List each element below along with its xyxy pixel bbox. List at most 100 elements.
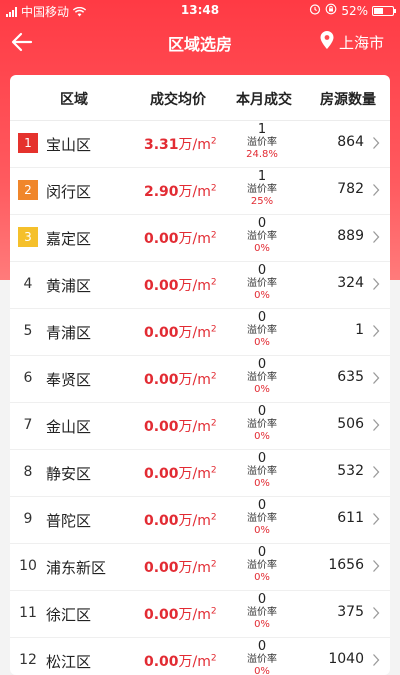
avg-price: 0.00万/m2 (144, 228, 217, 248)
district-name: 黄浦区 (46, 277, 92, 295)
alarm-icon (309, 3, 321, 18)
price-unit-exponent: 2 (210, 465, 217, 476)
price-unit: 万/m (178, 231, 211, 247)
price-unit-exponent: 2 (210, 277, 217, 288)
table-row[interactable]: 6 奉贤区 0.00万/m2 0 溢价率 0% 635 (10, 356, 390, 403)
price-unit: 万/m (178, 372, 211, 388)
premium-rate: 0% (254, 243, 270, 254)
price-unit-exponent: 2 (210, 136, 217, 147)
monthly-sales-cell: 0 溢价率 0% (232, 264, 292, 302)
price-unit: 万/m (178, 654, 211, 670)
price-unit-exponent: 2 (210, 371, 217, 382)
premium-label: 溢价率 (247, 513, 277, 524)
premium-label: 溢价率 (247, 607, 277, 618)
avg-price-value: 0.00 (144, 513, 179, 529)
chevron-right-icon (373, 372, 380, 384)
city-name: 上海市 (338, 33, 384, 52)
price-unit-exponent: 2 (210, 230, 217, 241)
listing-count: 532 (337, 463, 364, 479)
avg-price-value: 0.00 (144, 607, 179, 623)
sales-count: 0 (257, 357, 267, 372)
sales-count: 0 (257, 592, 267, 607)
avg-price: 0.00万/m2 (144, 275, 217, 295)
premium-rate: 0% (254, 290, 270, 301)
table-row[interactable]: 3 嘉定区 0.00万/m2 0 溢价率 0% 889 (10, 215, 390, 262)
city-selector[interactable]: 上海市 (319, 30, 384, 54)
rank-number: 9 (23, 511, 33, 527)
lock-rotation-icon (325, 3, 337, 18)
price-unit-exponent: 2 (210, 183, 217, 194)
listing-count: 324 (337, 275, 364, 291)
district-name: 奉贤区 (46, 371, 92, 389)
header-monthly-sales: 本月成交 (236, 92, 292, 108)
premium-label: 溢价率 (247, 419, 277, 430)
monthly-sales-cell: 0 溢价率 0% (232, 499, 292, 537)
premium-label: 溢价率 (247, 325, 277, 336)
avg-price-value: 0.00 (144, 231, 179, 247)
monthly-sales-cell: 0 溢价率 0% (232, 452, 292, 490)
avg-price-value: 0.00 (144, 419, 179, 435)
sales-count: 1 (257, 169, 267, 184)
price-unit-exponent: 2 (210, 512, 217, 523)
price-unit: 万/m (178, 607, 211, 623)
monthly-sales-cell: 0 溢价率 0% (232, 358, 292, 396)
monthly-sales-cell: 0 溢价率 0% (232, 405, 292, 443)
table-row[interactable]: 5 青浦区 0.00万/m2 0 溢价率 0% 1 (10, 309, 390, 356)
premium-label: 溢价率 (247, 231, 277, 242)
district-name: 青浦区 (46, 324, 92, 342)
table-row[interactable]: 10 浦东新区 0.00万/m2 0 溢价率 0% 1656 (10, 544, 390, 591)
avg-price-value: 0.00 (144, 325, 179, 341)
chevron-right-icon (373, 419, 380, 431)
sales-count: 0 (257, 545, 267, 560)
listing-count: 1656 (328, 557, 364, 573)
listing-count: 1040 (328, 651, 364, 667)
avg-price: 0.00万/m2 (144, 463, 217, 483)
table-body: 1 宝山区 3.31万/m2 1 溢价率 24.8% 864 2 闵行区 2.90万/m2 1 溢价率… (10, 121, 390, 675)
price-unit: 万/m (178, 184, 211, 200)
monthly-sales-cell: 0 溢价率 0% (232, 640, 292, 675)
table-row[interactable]: 7 金山区 0.00万/m2 0 溢价率 0% 506 (10, 403, 390, 450)
table-row[interactable]: 8 静安区 0.00万/m2 0 溢价率 0% 532 (10, 450, 390, 497)
listing-count: 1 (355, 322, 364, 338)
listing-count: 889 (337, 228, 364, 244)
avg-price: 0.00万/m2 (144, 369, 217, 389)
listing-count: 506 (337, 416, 364, 432)
status-bar: 中国移动 13:48 52% (0, 0, 400, 20)
rank-number: 12 (19, 652, 37, 668)
premium-rate: 25% (250, 196, 274, 207)
district-name: 嘉定区 (46, 230, 92, 248)
avg-price: 3.31万/m2 (144, 134, 217, 154)
chevron-right-icon (373, 513, 380, 525)
monthly-sales-cell: 0 溢价率 0% (232, 546, 292, 584)
premium-label: 溢价率 (247, 560, 277, 571)
sales-count: 1 (257, 122, 267, 137)
table-row[interactable]: 11 徐汇区 0.00万/m2 0 溢价率 0% 375 (10, 591, 390, 638)
avg-price: 0.00万/m2 (144, 322, 217, 342)
rank-number: 4 (23, 276, 33, 292)
header-avg-price: 成交均价 (150, 92, 206, 108)
district-table: 区域 成交均价 本月成交 房源数量 1 宝山区 3.31万/m2 1 溢价率 24.8% 8… (10, 75, 390, 675)
premium-rate: 0% (254, 572, 270, 583)
table-row[interactable]: 2 闵行区 2.90万/m2 1 溢价率 25% 782 (10, 168, 390, 215)
chevron-right-icon (373, 654, 380, 666)
table-row[interactable]: 4 黄浦区 0.00万/m2 0 溢价率 0% 324 (10, 262, 390, 309)
avg-price: 0.00万/m2 (144, 510, 217, 530)
premium-label: 溢价率 (247, 184, 277, 195)
sales-count: 0 (257, 263, 267, 278)
chevron-right-icon (373, 231, 380, 243)
avg-price-value: 0.00 (144, 560, 179, 576)
rank-number: 11 (19, 605, 37, 621)
header-district: 区域 (60, 92, 88, 108)
sales-count: 0 (257, 216, 267, 231)
premium-label: 溢价率 (247, 278, 277, 289)
table-row[interactable]: 1 宝山区 3.31万/m2 1 溢价率 24.8% 864 (10, 121, 390, 168)
battery-percent: 52% (341, 3, 368, 18)
avg-price-value: 0.00 (144, 372, 179, 388)
avg-price: 0.00万/m2 (144, 604, 217, 624)
premium-label: 溢价率 (247, 137, 277, 148)
sales-count: 0 (257, 498, 267, 513)
table-row[interactable]: 12 松江区 0.00万/m2 0 溢价率 0% 1040 (10, 638, 390, 675)
table-row[interactable]: 9 普陀区 0.00万/m2 0 溢价率 0% 611 (10, 497, 390, 544)
monthly-sales-cell: 0 溢价率 0% (232, 311, 292, 349)
rank-number: 5 (23, 323, 33, 339)
